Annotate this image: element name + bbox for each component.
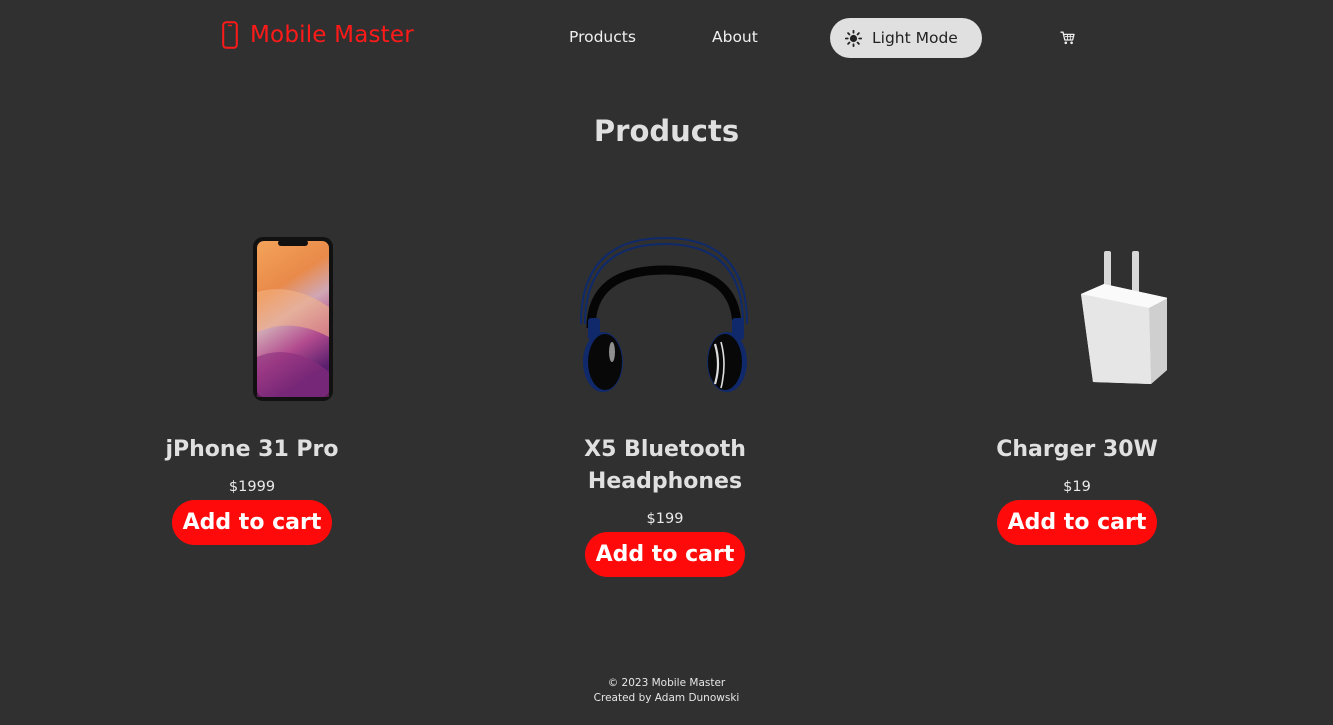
copyright-text: © 2023 Mobile Master [607, 677, 726, 689]
brand-name: Mobile Master [250, 22, 414, 48]
product-name: jPhone 31 Pro [165, 437, 339, 462]
add-to-cart-button[interactable]: Add to cart [172, 500, 332, 545]
charger-image [1081, 251, 1167, 384]
add-to-cart-button[interactable]: Add to cart [585, 532, 745, 577]
phone-icon [222, 21, 238, 49]
product-price: $199 [646, 511, 684, 527]
cart-icon[interactable] [1060, 31, 1075, 45]
product-price: $19 [1063, 479, 1091, 495]
product-card: Charger 30W $19 Add to cart [947, 232, 1207, 545]
page-title: Products [593, 114, 740, 148]
product-card: X5 Bluetooth Headphones $199 Add to cart [535, 232, 795, 577]
brand-logo[interactable]: Mobile Master [222, 20, 414, 50]
navbar: Mobile Master Products About Light Mode [0, 0, 1333, 76]
light-mode-toggle[interactable]: Light Mode [830, 18, 982, 58]
smartphone-image [253, 237, 333, 401]
headphones-image [580, 236, 748, 392]
nav-products-link[interactable]: Products [569, 28, 636, 46]
footer: © 2023 Mobile Master Created by Adam Dun… [0, 676, 1333, 706]
product-name: Charger 30W [996, 437, 1158, 462]
add-to-cart-button[interactable]: Add to cart [997, 500, 1157, 545]
product-price: $1999 [228, 479, 276, 495]
sun-icon [845, 29, 862, 47]
credit-text: Created by Adam Dunowski [593, 692, 740, 704]
product-name: X5 Bluetooth Headphones [584, 437, 746, 494]
light-mode-label: Light Mode [872, 29, 958, 47]
nav-about-link[interactable]: About [712, 28, 758, 46]
product-card: jPhone 31 Pro $1999 Add to cart [122, 232, 382, 545]
